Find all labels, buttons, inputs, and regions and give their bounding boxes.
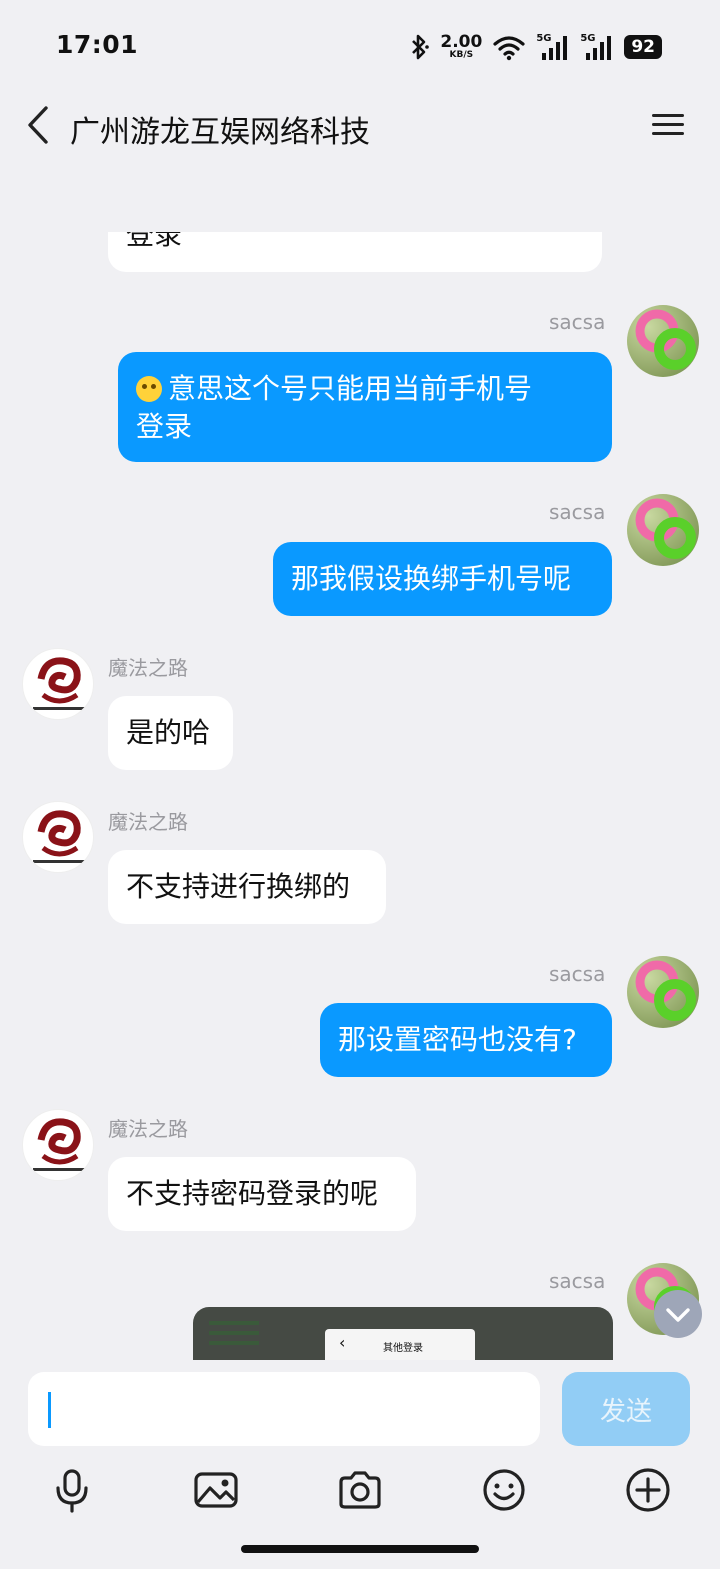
message-bubble-outgoing[interactable]: 那我假设换绑手机号呢 bbox=[273, 542, 612, 616]
message-input[interactable] bbox=[28, 1372, 540, 1446]
emoji-icon[interactable] bbox=[480, 1466, 528, 1514]
user-avatar[interactable] bbox=[627, 305, 699, 377]
chat-header: 广州游龙互娱网络科技 bbox=[0, 92, 720, 170]
thumbnail-back-icon: ‹ bbox=[339, 1333, 346, 1352]
sender-name: sacsa bbox=[549, 310, 606, 334]
mic-icon[interactable] bbox=[48, 1466, 96, 1514]
status-bar: 17:01 2.00 KB/S 5G 5G 92 bbox=[0, 0, 720, 92]
status-icons: 2.00 KB/S 5G 5G 92 bbox=[408, 30, 662, 64]
status-time: 17:01 bbox=[56, 30, 139, 59]
image-message[interactable]: ‹ 其他登录 bbox=[193, 1307, 613, 1360]
user-avatar[interactable] bbox=[627, 956, 699, 1028]
message-list[interactable]: 登录 sacsa 意思这个号只能用当前手机号 登录 sacsa 那我假设换绑手机… bbox=[0, 232, 720, 1360]
chevron-down-icon bbox=[666, 1308, 690, 1322]
menu-icon[interactable] bbox=[652, 108, 688, 140]
support-avatar[interactable] bbox=[22, 801, 94, 873]
sender-name: 魔法之路 bbox=[108, 656, 188, 680]
user-avatar[interactable] bbox=[627, 494, 699, 566]
chat-title: 广州游龙互娱网络科技 bbox=[70, 115, 370, 150]
send-button[interactable]: 发送 bbox=[562, 1372, 690, 1446]
text-caret bbox=[48, 1392, 51, 1428]
battery-indicator: 92 bbox=[624, 35, 662, 59]
sender-name: sacsa bbox=[549, 500, 606, 524]
smile-emoji-icon bbox=[136, 376, 162, 402]
plus-icon[interactable] bbox=[624, 1466, 672, 1514]
sender-name: 魔法之路 bbox=[108, 810, 188, 834]
back-arrow-icon[interactable] bbox=[22, 104, 58, 146]
message-bubble-outgoing[interactable]: 意思这个号只能用当前手机号 登录 bbox=[118, 352, 612, 462]
message-bubble-incoming[interactable]: 不支持密码登录的呢 bbox=[108, 1157, 416, 1231]
scroll-to-bottom-button[interactable] bbox=[654, 1290, 702, 1338]
message-bubble-incoming[interactable]: 登录 bbox=[108, 232, 602, 272]
image-thumbnail-text bbox=[209, 1315, 269, 1345]
support-avatar[interactable] bbox=[22, 1109, 94, 1181]
message-bubble-incoming[interactable]: 不支持进行换绑的 bbox=[108, 850, 386, 924]
sender-name: sacsa bbox=[549, 962, 606, 986]
image-thumbnail: ‹ 其他登录 bbox=[325, 1329, 475, 1360]
sender-name: 魔法之路 bbox=[108, 1117, 188, 1141]
camera-icon[interactable] bbox=[336, 1466, 384, 1514]
signal-icon-2: 5G bbox=[580, 33, 614, 61]
wifi-icon bbox=[493, 36, 525, 61]
support-avatar[interactable] bbox=[22, 648, 94, 720]
bluetooth-icon bbox=[412, 34, 430, 60]
sender-name: sacsa bbox=[549, 1269, 606, 1293]
input-bar: 发送 bbox=[0, 1360, 720, 1569]
net-speed: 2.00 KB/S bbox=[440, 32, 483, 60]
image-icon[interactable] bbox=[192, 1466, 240, 1514]
home-indicator[interactable] bbox=[241, 1545, 479, 1553]
signal-icon-1: 5G bbox=[536, 33, 570, 61]
message-bubble-outgoing[interactable]: 那设置密码也没有? bbox=[320, 1003, 612, 1077]
message-bubble-incoming[interactable]: 是的哈 bbox=[108, 696, 233, 770]
